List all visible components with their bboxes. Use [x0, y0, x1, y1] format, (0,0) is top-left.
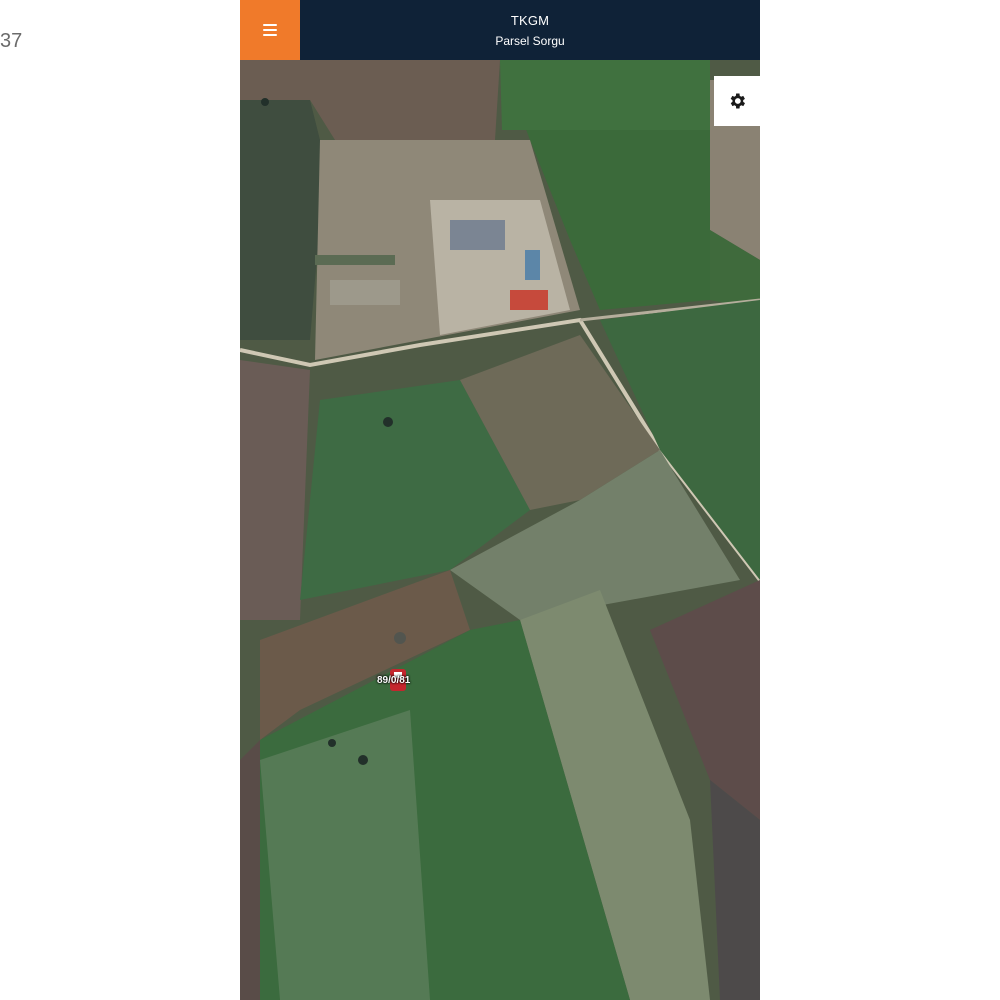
field	[240, 360, 310, 620]
settings-button[interactable]	[714, 76, 760, 126]
side-number-text: 37	[0, 30, 23, 52]
satellite-map[interactable]	[240, 60, 760, 1000]
app-screen: TKGM Parsel Sorgu 89/0/81	[240, 0, 760, 1000]
field	[240, 100, 325, 340]
field	[500, 60, 710, 130]
header-title-block: TKGM Parsel Sorgu	[300, 0, 760, 60]
app-subtitle: Parsel Sorgu	[495, 33, 565, 48]
field	[260, 710, 430, 1000]
app-title: TKGM	[510, 12, 550, 28]
menu-button[interactable]	[240, 0, 300, 60]
hamburger-menu-icon	[263, 24, 277, 36]
gear-icon	[730, 93, 745, 109]
parcel-number-label[interactable]: 89/0/81	[377, 675, 410, 686]
app-header: TKGM Parsel Sorgu	[240, 0, 760, 60]
field	[240, 740, 260, 1000]
